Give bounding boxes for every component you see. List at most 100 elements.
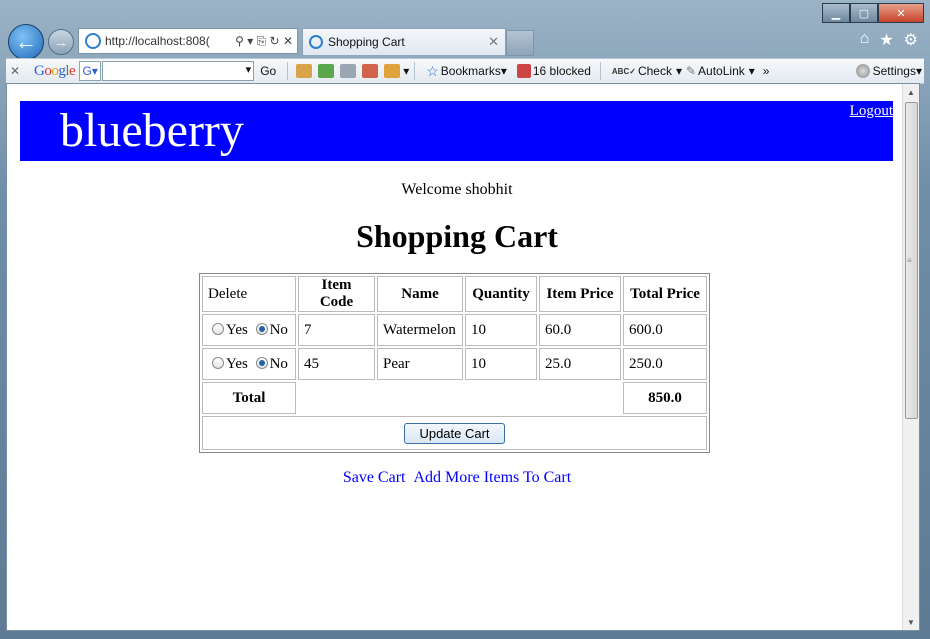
cart-table: Delete Item Code Name Quantity Item Pric… (199, 273, 710, 453)
google-toolbar: ✕ Google G▾ Go ▾ ☆ Bookmarks▾ 16 blocked… (6, 58, 924, 84)
column-header-name: Name (377, 276, 463, 312)
spellcheck-icon[interactable]: ABC✓ (612, 67, 636, 76)
autolink-chevron-icon[interactable]: ▾ (749, 64, 755, 78)
favorites-star-icon[interactable]: ★ (879, 30, 893, 50)
popup-blocked-count[interactable]: 16 blocked (533, 64, 591, 78)
bookmark-star-icon[interactable]: ☆ (426, 63, 439, 80)
gear-icon[interactable]: ⚙ (904, 30, 918, 50)
item-code-cell: 45 (298, 348, 375, 380)
quantity-cell: 10 (465, 314, 537, 346)
back-button[interactable]: ← (8, 24, 44, 60)
item-price-cell: 60.0 (539, 314, 621, 346)
page-viewport: blueberry Logout Welcome shobhit Shoppin… (6, 83, 920, 631)
delete-yes-radio[interactable] (212, 322, 224, 335)
forward-button[interactable]: → (48, 29, 74, 55)
no-label: No (269, 355, 288, 372)
actions-row: Update Cart (202, 416, 707, 450)
welcome-message: Welcome shobhit (401, 181, 513, 198)
scroll-up-arrow-icon[interactable]: ▲ (903, 84, 919, 100)
tab-title: Shopping Cart (328, 35, 405, 49)
toolbar-divider (287, 62, 289, 80)
column-header-item-price: Item Price (539, 276, 621, 312)
add-more-items-link[interactable]: Add More Items To Cart (413, 469, 571, 486)
news-icon[interactable] (362, 64, 379, 78)
brand-logo: blueberry (60, 104, 244, 157)
navigation-bar: ← → http://localhost:808( ⚲ ▾ ⎘ ↻ ✕ Shop… (6, 22, 924, 60)
item-name-cell: Watermelon (377, 314, 463, 346)
no-label: No (269, 321, 288, 338)
total-price-cell: 250.0 (623, 348, 707, 380)
table-row: Yes No 7 Watermelon 10 60.0 600.0 (202, 314, 707, 346)
search-page-icon[interactable] (296, 64, 313, 78)
yes-label: Yes (226, 321, 248, 338)
bookmarks-button[interactable]: Bookmarks▾ (441, 64, 507, 78)
save-cart-link[interactable]: Save Cart (343, 469, 406, 486)
autolink-wand-icon[interactable]: ✎ (686, 64, 696, 78)
item-name-cell: Pear (377, 348, 463, 380)
scroll-down-arrow-icon[interactable]: ▼ (903, 614, 919, 630)
table-row: Yes No 45 Pear 10 25.0 250.0 (202, 348, 707, 380)
actions-cell: Update Cart (202, 416, 707, 450)
minimize-button[interactable]: ▁ (822, 3, 850, 23)
item-code-cell: 7 (298, 314, 375, 346)
column-header-delete: Delete (202, 276, 296, 312)
scroll-grip-icon: ≡ (907, 256, 912, 265)
quantity-cell: 10 (465, 348, 537, 380)
popup-blocker-icon[interactable] (516, 64, 531, 78)
window-controls: ▁ ▢ ✕ (822, 3, 924, 23)
gadgets-icon[interactable] (384, 64, 401, 78)
logout-link[interactable]: Logout (850, 103, 893, 120)
total-spacer (298, 382, 621, 414)
image-search-icon[interactable] (318, 64, 335, 78)
delete-no-radio[interactable] (255, 356, 268, 369)
address-tools-icon[interactable]: ⚲ ▾ ⎘ ↻ ✕ (235, 34, 297, 49)
more-gadgets-chevron-icon[interactable]: ▾ (403, 64, 409, 78)
column-header-quantity: Quantity (465, 276, 537, 312)
site-banner: blueberry Logout (20, 101, 893, 161)
google-logo: Google (34, 62, 76, 79)
settings-button[interactable]: Settings▾ (855, 64, 924, 78)
chat-icon[interactable] (340, 64, 357, 78)
google-search-input[interactable] (102, 61, 255, 81)
total-label: Total (202, 382, 296, 414)
maximize-button[interactable]: ▢ (850, 3, 878, 23)
column-header-total-price: Total Price (623, 276, 707, 312)
toolbar-divider (414, 62, 416, 80)
tab-shopping-cart[interactable]: Shopping Cart ✕ (302, 28, 506, 55)
check-chevron-icon[interactable]: ▾ (676, 64, 682, 78)
google-g-dropdown[interactable]: G▾ (79, 61, 102, 81)
address-bar[interactable]: http://localhost:808( ⚲ ▾ ⎘ ↻ ✕ (78, 28, 298, 54)
close-tab-icon[interactable]: ✕ (488, 34, 505, 50)
delete-cell: Yes No (202, 314, 296, 346)
total-price-cell: 600.0 (623, 314, 707, 346)
browser-window: ▁ ▢ ✕ ← → http://localhost:808( ⚲ ▾ ⎘ ↻ … (0, 0, 930, 639)
home-icon[interactable]: ⌂ (860, 30, 870, 50)
check-button[interactable]: Check (638, 64, 672, 78)
settings-gear-icon (855, 64, 870, 78)
update-cart-button[interactable]: Update Cart (404, 422, 505, 444)
yes-label: Yes (226, 355, 248, 372)
browser-right-icons: ⌂ ★ ⚙ (860, 30, 918, 50)
close-window-button[interactable]: ✕ (878, 3, 924, 23)
ie-tab-icon (309, 35, 323, 49)
go-button[interactable]: Go (260, 64, 276, 78)
column-header-item-code: Item Code (298, 276, 375, 312)
table-header-row: Delete Item Code Name Quantity Item Pric… (202, 276, 707, 312)
delete-no-radio[interactable] (255, 322, 268, 335)
grand-total-value: 850.0 (623, 382, 707, 414)
new-tab-button[interactable] (506, 30, 534, 56)
delete-cell: Yes No (202, 348, 296, 380)
ie-page-icon (85, 33, 101, 49)
settings-label: Settings▾ (872, 64, 922, 78)
autolink-button[interactable]: AutoLink (698, 64, 745, 78)
page-title: Shopping Cart (356, 218, 558, 254)
vertical-scrollbar[interactable]: ▲ ≡ ▼ (902, 84, 919, 630)
cart-links: Save Cart Add More Items To Cart (7, 469, 907, 487)
toolbar-divider (599, 62, 601, 80)
overflow-chevron-icon[interactable]: » (763, 64, 770, 78)
total-row: Total 850.0 (202, 382, 707, 414)
close-toolbar-icon[interactable]: ✕ (6, 64, 24, 78)
delete-yes-radio[interactable] (212, 356, 224, 369)
address-url[interactable]: http://localhost:808( (105, 34, 235, 48)
item-price-cell: 25.0 (539, 348, 621, 380)
